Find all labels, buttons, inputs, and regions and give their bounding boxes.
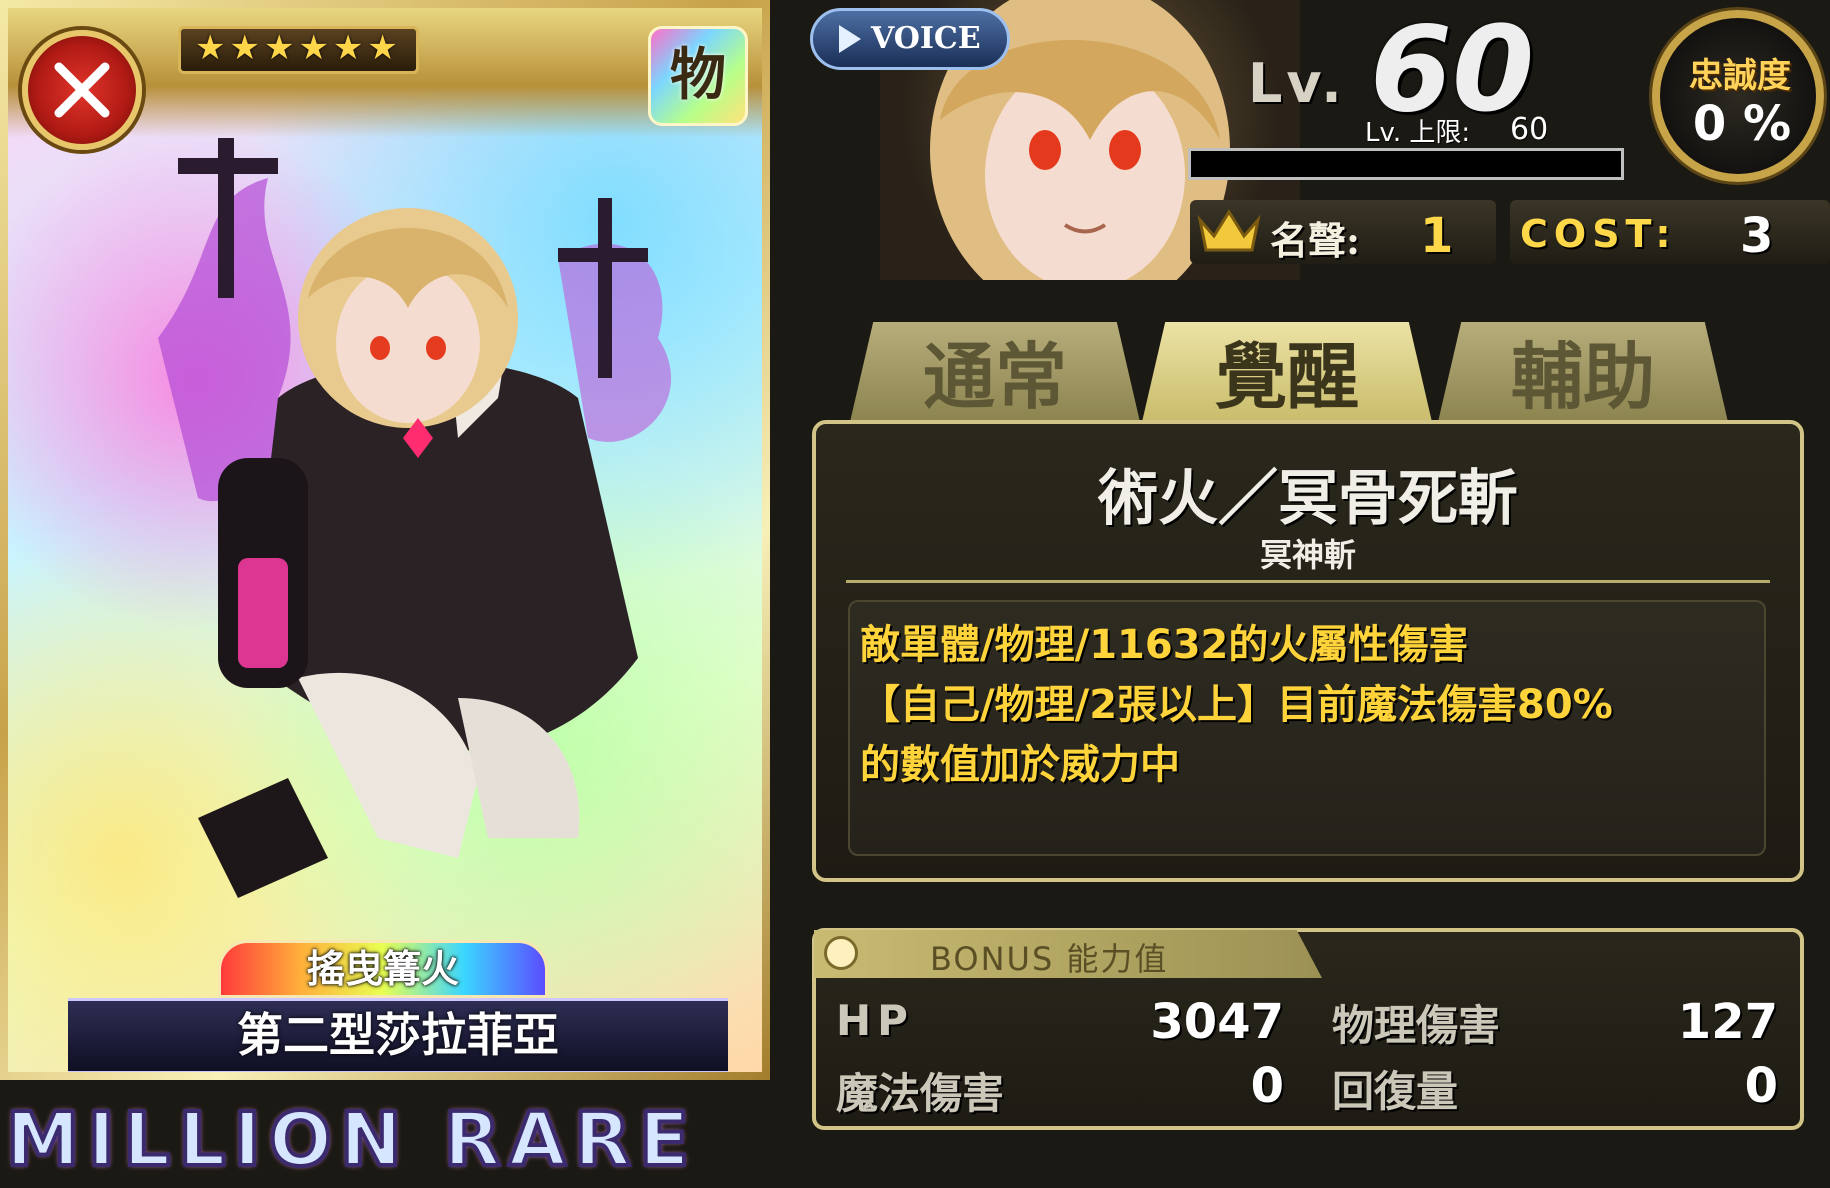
bonus-title: BONUS 能力值 — [930, 940, 1169, 978]
loyalty-label: 忠誠度 — [1689, 56, 1791, 96]
physical-damage-value: 127 — [1677, 994, 1778, 1050]
fame-label: 名聲: — [1270, 218, 1361, 263]
attack-type-emblem — [22, 30, 142, 150]
cost-label: COST: — [1520, 212, 1677, 256]
level-cap-label: Lv. 上限: — [1365, 118, 1471, 148]
card-artwork: ★★★★★★ 物 搖曳篝火 第二型莎拉菲亞 — [8, 8, 762, 1072]
crown-icon — [1197, 209, 1261, 252]
skill-description-line: 敵單體/物理/11632的火屬性傷害 — [860, 622, 1469, 668]
rarity-label: MILLION RARE — [4, 1096, 698, 1184]
character-illustration — [158, 138, 672, 898]
loyalty-value: 0 % — [1692, 96, 1792, 152]
skill-divider — [846, 580, 1770, 583]
skill-description-line: 【自己/物理/2張以上】目前魔法傷害80% — [860, 682, 1613, 728]
tab-support[interactable]: 輔助 — [1438, 322, 1728, 422]
hp-label: HP — [836, 996, 914, 1045]
voice-label: VOICE — [871, 21, 981, 56]
magic-damage-label: 魔法傷害 — [836, 1069, 1005, 1118]
magic-damage-value: 0 — [1250, 1058, 1284, 1114]
character-card[interactable]: ★★★★★★ 物 搖曳篝火 第二型莎拉菲亞 — [0, 0, 770, 1080]
hp-value: 3047 — [1150, 994, 1284, 1050]
recovery-label: 回復量 — [1332, 1067, 1459, 1116]
skill-subname: 冥神斬 — [1259, 536, 1356, 574]
crossed-swords-icon — [54, 62, 110, 118]
card-subtitle: 搖曳篝火 — [218, 940, 548, 998]
fame-value: 1 — [1420, 208, 1454, 264]
exp-progress-bar — [1188, 148, 1624, 180]
level-label: Lv. — [1248, 52, 1346, 115]
character-name: 第二型莎拉菲亞 — [68, 998, 728, 1072]
physical-damage-label: 物理傷害 — [1332, 1001, 1501, 1050]
tab-normal[interactable]: 通常 — [850, 322, 1140, 422]
level-cap-value: 60 — [1510, 112, 1549, 147]
cost-value: 3 — [1740, 208, 1774, 264]
type-badge: 物 — [648, 26, 748, 126]
tab-awaken[interactable]: 覺醒 — [1142, 322, 1432, 422]
play-icon — [839, 25, 861, 53]
rarity-stars: ★★★★★★ — [178, 26, 419, 74]
skill-description-line: 的數值加於威力中 — [860, 742, 1180, 788]
user-icon — [824, 936, 858, 970]
skill-name: 術火／冥骨死斬 — [1098, 464, 1518, 534]
recovery-value: 0 — [1744, 1058, 1778, 1114]
voice-button[interactable]: VOICE — [810, 8, 1010, 70]
